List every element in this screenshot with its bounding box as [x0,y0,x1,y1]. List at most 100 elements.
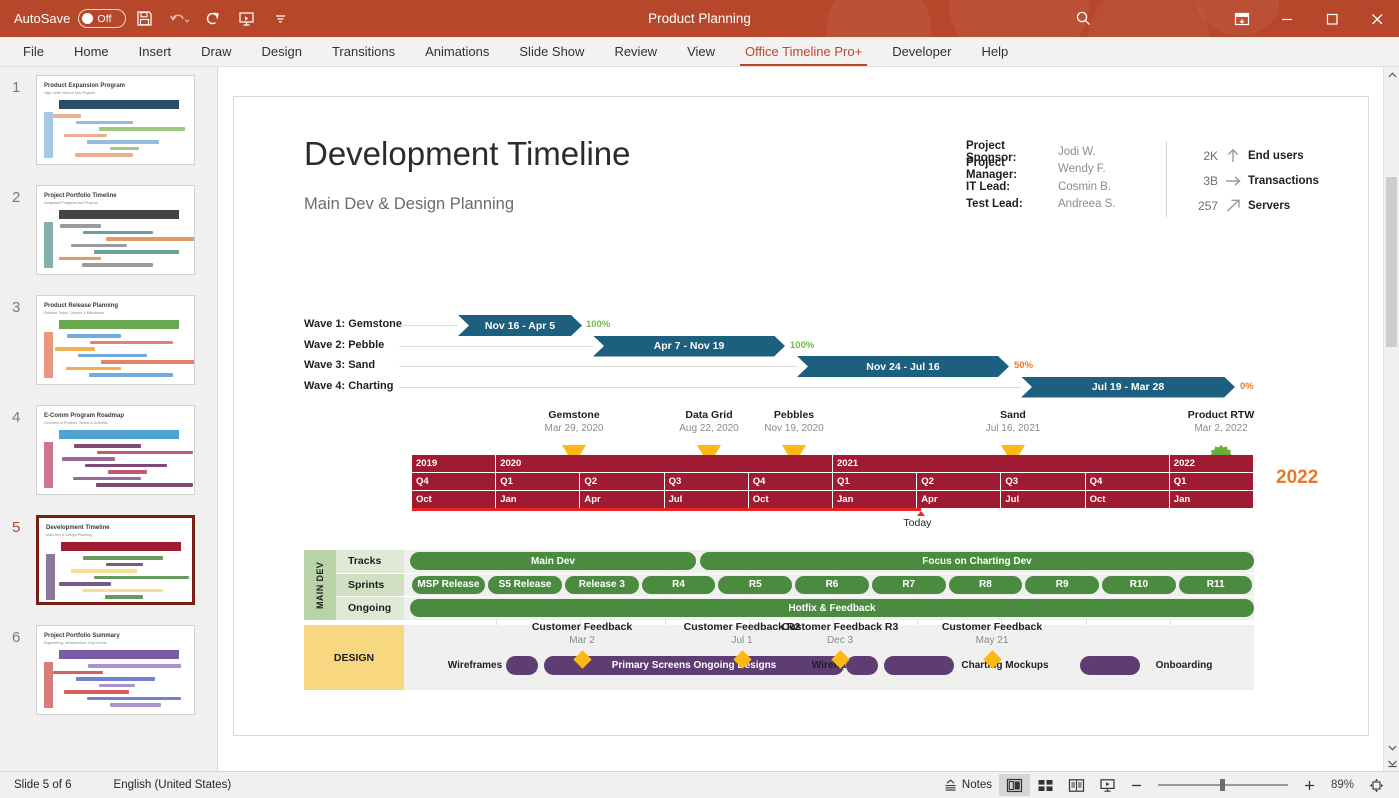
thumbnail-bar [67,334,121,338]
sprint-pill[interactable]: R4 [642,576,716,594]
sprint-pill[interactable]: R11 [1179,576,1253,594]
customize-qat-icon[interactable] [265,3,296,34]
thumbnail-row[interactable]: 5Development TimelineMain Dev & Design P… [0,515,218,625]
slide-thumbnail-3[interactable]: Product Release PlanningRelease Trains, … [36,295,195,385]
tab-insert[interactable]: Insert [124,37,187,66]
thumbnail-bar [78,354,147,358]
timeline-month-cell: Apr [917,491,1001,508]
slide-thumbnail-4[interactable]: E-Comm Program RoadmapOverview of Projec… [36,405,195,495]
notes-button[interactable]: Notes [936,774,999,796]
tab-slide-show[interactable]: Slide Show [504,37,599,66]
reading-view-icon[interactable] [1061,774,1092,796]
next-slide-icon[interactable] [1384,755,1399,771]
sprint-pill[interactable]: S5 Release [488,576,562,594]
project-info-table: Project Sponsor:Jodi W.Project Manager:W… [966,143,1116,213]
thumbnail-subtitle: Main Dev & Design Planning [46,533,92,537]
vertical-scrollbar[interactable] [1383,67,1399,771]
tab-help[interactable]: Help [966,37,1023,66]
design-task-pill[interactable] [846,656,878,675]
design-task-pill[interactable] [506,656,538,675]
wave-connector-line [399,366,797,367]
thumbnail-row[interactable]: 3Product Release PlanningRelease Trains,… [0,295,218,405]
save-icon[interactable] [129,3,160,34]
scroll-down-icon[interactable] [1384,739,1399,755]
undo-icon[interactable] [163,3,194,34]
zoom-in-icon[interactable] [1296,774,1323,796]
zoom-level-label[interactable]: 89% [1331,779,1354,791]
wave-percent: 100% [586,319,610,330]
thumbnail-row[interactable]: 1Product Expansion ProgramHigh-Level Vie… [0,75,218,185]
slide-thumbnail-6[interactable]: Project Portfolio SummaryEngineering, In… [36,625,195,715]
zoom-slider[interactable] [1158,777,1288,793]
redo-icon[interactable] [197,3,228,34]
language-label[interactable]: English (United States) [114,779,232,791]
minimize-icon[interactable] [1264,0,1309,37]
design-task-pill[interactable] [1080,656,1140,675]
slide-thumbnail-2[interactable]: Project Portfolio TimelineIntegrated Pro… [36,185,195,275]
search-icon[interactable] [1063,0,1103,37]
thumbnail-bar [94,576,189,580]
stat-row: 3BTransactions [1184,168,1319,193]
tab-transitions[interactable]: Transitions [317,37,410,66]
milestone-label: GemstoneMar 29, 2020 [509,409,639,434]
wave-connector-line [399,387,1021,388]
slide-thumbnail-5[interactable]: Development TimelineMain Dev & Design Pl… [36,515,195,605]
close-icon[interactable] [1354,0,1399,37]
design-task-pill[interactable] [884,656,954,675]
wave-row: Wave 3: SandNov 24 - Jul 1650% [234,356,1370,377]
big-year-label: 2022 [1276,467,1318,489]
info-key: Project Manager: [966,157,1058,181]
thumbnail-row[interactable]: 6Project Portfolio SummaryEngineering, I… [0,625,218,735]
thumbnail-lane [44,662,53,708]
scroll-up-icon[interactable] [1384,67,1399,83]
tab-developer[interactable]: Developer [877,37,966,66]
ongoing-pill[interactable]: Hotfix & Feedback [410,599,1254,617]
sprint-pill[interactable]: R8 [949,576,1023,594]
tab-animations[interactable]: Animations [410,37,504,66]
thumbnail-row[interactable]: 2Project Portfolio TimelineIntegrated Pr… [0,185,218,295]
tab-draw[interactable]: Draw [186,37,246,66]
slide-thumbnail-1[interactable]: Product Expansion ProgramHigh-Level View… [36,75,195,165]
tab-design[interactable]: Design [247,37,317,66]
wave-percent: 0% [1240,381,1254,392]
normal-view-icon[interactable] [999,774,1030,796]
work-area: 1Product Expansion ProgramHigh-Level Vie… [0,67,1399,771]
slide-canvas[interactable]: Development Timeline Main Dev & Design P… [233,96,1369,736]
slide-sorter-icon[interactable] [1030,774,1061,796]
sprint-pill[interactable]: R7 [872,576,946,594]
wave-bar[interactable]: Jul 19 - Mar 28 [1021,377,1235,398]
wave-bar[interactable]: Nov 24 - Jul 16 [797,356,1009,377]
wave-bar[interactable]: Apr 7 - Nov 19 [593,336,785,357]
sprint-pill[interactable]: R10 [1102,576,1176,594]
tab-home[interactable]: Home [59,37,124,66]
main-dev-track-pill[interactable]: Main Dev [410,552,696,570]
thumbnail-bar [89,373,173,377]
ribbon-display-options-icon[interactable] [1219,0,1264,37]
sprint-pill[interactable]: R6 [795,576,869,594]
fit-slide-icon[interactable] [1362,774,1391,796]
maximize-icon[interactable] [1309,0,1354,37]
design-task-label: Charting Mockups [958,660,1052,671]
thumbnail-bar [75,153,133,157]
autosave-toggle[interactable]: Off [78,9,126,28]
wave-bar[interactable]: Nov 16 - Apr 5 [458,315,582,336]
sprint-pill[interactable]: R5 [718,576,792,594]
thumbnail-bar [106,563,143,567]
slide-thumbnail-pane[interactable]: 1Product Expansion ProgramHigh-Level Vie… [0,67,218,771]
sprint-pill[interactable]: MSP Release [412,576,486,594]
sprint-pill[interactable]: R9 [1025,576,1099,594]
zoom-out-icon[interactable] [1123,774,1150,796]
thumbnail-lane [46,554,55,600]
tab-office-timeline-pro[interactable]: Office Timeline Pro+ [730,37,877,66]
thumbnail-bar [108,470,147,474]
main-dev-track-pill[interactable]: Focus on Charting Dev [700,552,1254,570]
tab-file[interactable]: File [8,37,59,66]
tab-view[interactable]: View [672,37,730,66]
sprint-pill[interactable]: Release 3 [565,576,639,594]
thumbnail-row[interactable]: 4E-Comm Program RoadmapOverview of Proje… [0,405,218,515]
slideshow-icon[interactable] [1092,774,1123,796]
tab-review[interactable]: Review [599,37,672,66]
present-icon[interactable] [231,3,262,34]
main-dev-row-label: Sprints [336,574,404,597]
scrollbar-thumb[interactable] [1386,177,1397,347]
